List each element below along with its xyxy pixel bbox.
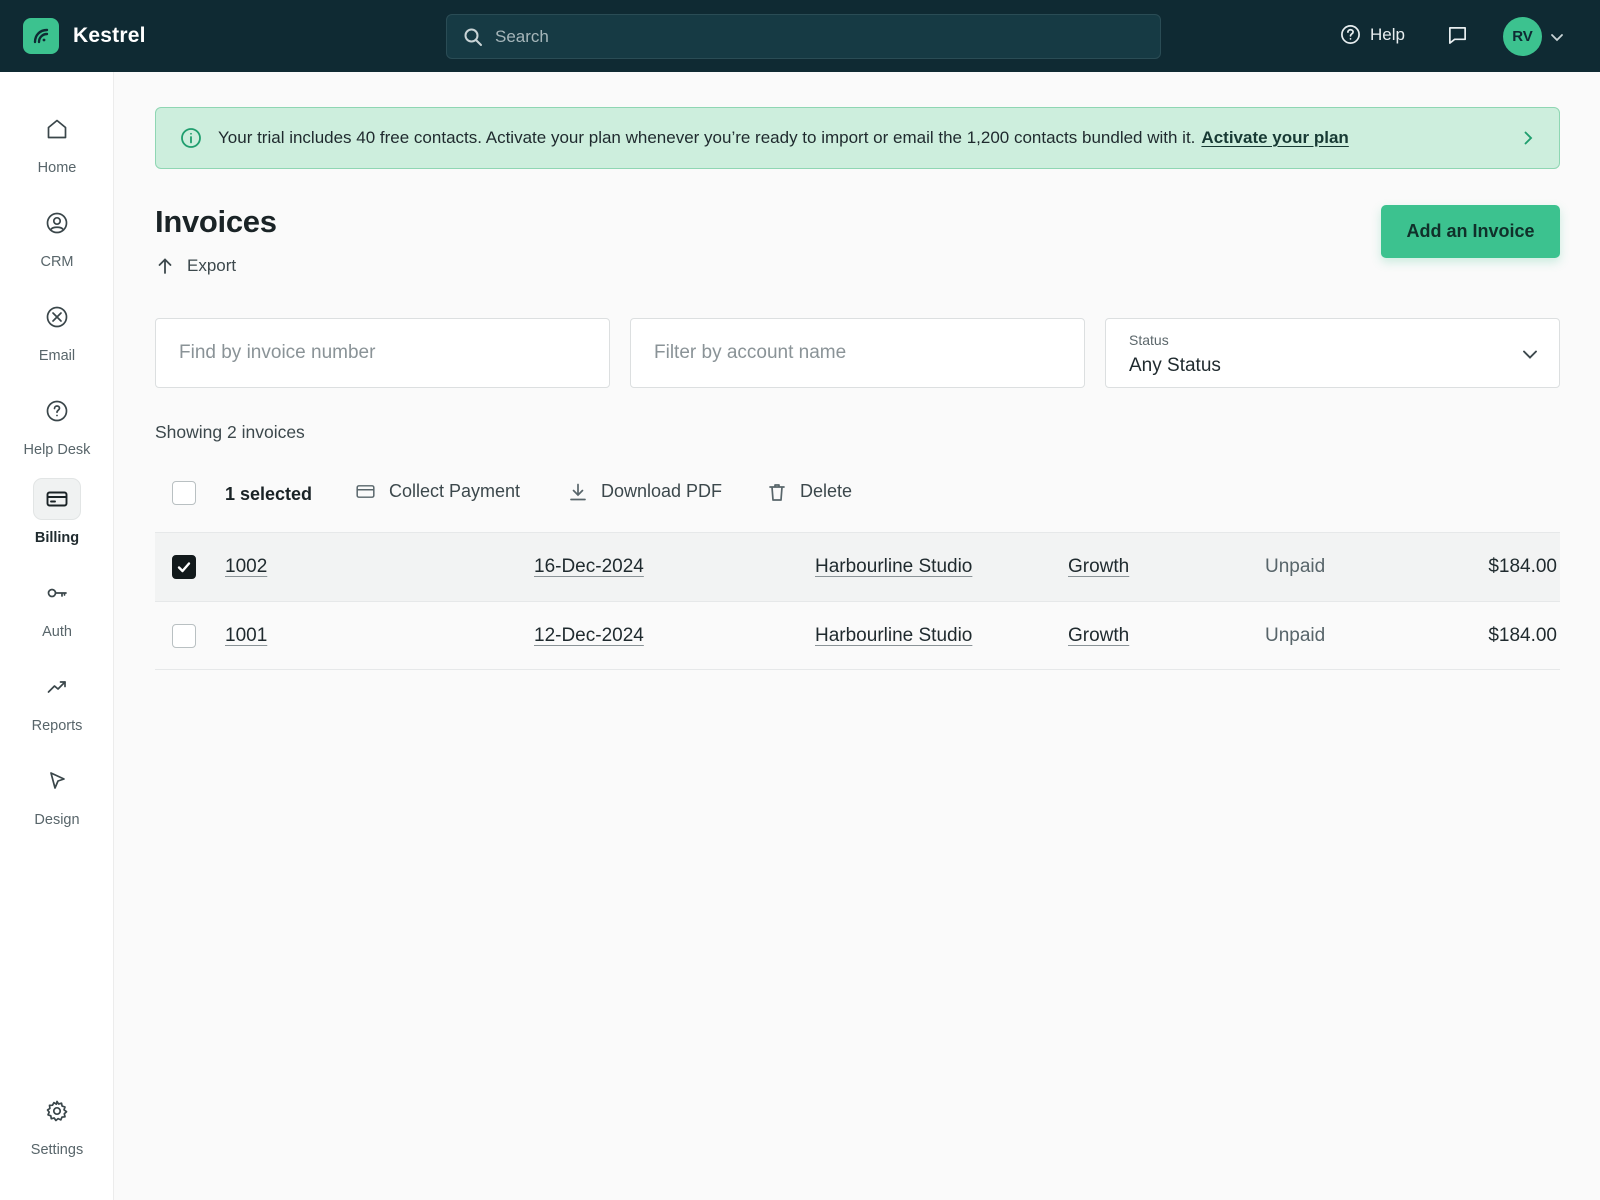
search-bar[interactable]	[446, 14, 1161, 59]
delete-button[interactable]: Delete	[767, 481, 852, 502]
collect-payment-button[interactable]: Collect Payment	[355, 481, 520, 502]
invoice-number-input[interactable]	[156, 319, 609, 387]
sidebar-item-label: Auth	[42, 624, 72, 640]
download-pdf-button[interactable]: Download PDF	[568, 481, 722, 502]
key-icon	[33, 572, 81, 614]
select-all-checkbox[interactable]	[172, 481, 196, 505]
chevron-right-icon[interactable]	[1519, 129, 1537, 147]
avatar: RV	[1503, 17, 1542, 56]
invoice-date-link[interactable]: 12-Dec-2024	[534, 625, 644, 647]
invoice-status: Unpaid	[1265, 625, 1326, 646]
plan-link[interactable]: Growth	[1068, 625, 1129, 647]
banner-message: Your trial includes 40 free contacts. Ac…	[218, 128, 1349, 148]
top-bar: Kestrel Help RV	[0, 0, 1600, 72]
help-label: Help	[1370, 24, 1405, 44]
row-checkbox[interactable]	[172, 555, 196, 579]
invoice-number-link[interactable]: 1001	[225, 625, 267, 647]
help-icon	[1341, 25, 1360, 44]
trash-icon	[769, 483, 785, 501]
account-name-input[interactable]	[631, 319, 1084, 387]
chat-icon	[1449, 27, 1466, 44]
export-label: Export	[187, 256, 237, 275]
activate-plan-link[interactable]: Activate your plan	[1201, 128, 1348, 147]
invoice-amount: $184.00	[1488, 625, 1557, 646]
user-circle-icon	[33, 202, 81, 244]
status-select[interactable]: Status Any Status	[1105, 318, 1560, 388]
sidebar-item-email[interactable]: Email	[0, 296, 114, 364]
email-icon	[33, 296, 81, 338]
gear-icon	[33, 1090, 81, 1132]
arrow-up-icon	[158, 258, 172, 274]
export-button[interactable]: Export	[157, 256, 236, 276]
sidebar-item-billing[interactable]: Billing	[0, 478, 114, 546]
invoice-table: 1002 16-Dec-2024 Harbourline Studio Grow…	[155, 532, 1560, 670]
trend-icon	[33, 666, 81, 708]
sidebar-item-settings[interactable]: Settings	[0, 1090, 114, 1158]
search-icon	[464, 28, 482, 46]
credit-card-icon	[356, 485, 375, 498]
invoice-count: Showing 2 invoices	[155, 422, 305, 442]
credit-card-icon	[33, 478, 81, 520]
bulk-actions-toolbar: 1 selected Collect Payment Download PDF …	[155, 468, 1560, 520]
invoice-number-filter	[155, 318, 610, 388]
sidebar-item-design[interactable]: Design	[0, 760, 114, 828]
sidebar-item-label: Help Desk	[23, 442, 91, 458]
sidebar-item-label: Home	[37, 160, 77, 176]
chevron-down-icon	[1551, 33, 1563, 41]
invoice-date-link[interactable]: 16-Dec-2024	[534, 556, 644, 578]
search-input[interactable]	[495, 26, 1095, 47]
table-row[interactable]: 1002 16-Dec-2024 Harbourline Studio Grow…	[155, 532, 1560, 601]
chevron-down-icon	[1523, 350, 1537, 359]
account-name-link[interactable]: Harbourline Studio	[815, 625, 972, 647]
sidebar-item-auth[interactable]: Auth	[0, 572, 114, 640]
sidebar-item-crm[interactable]: CRM	[0, 202, 114, 270]
sidebar-item-label: Email	[38, 348, 76, 364]
trial-banner: Your trial includes 40 free contacts. Ac…	[155, 107, 1560, 169]
invoice-status: Unpaid	[1265, 556, 1326, 577]
add-invoice-button[interactable]: Add an Invoice	[1381, 205, 1560, 258]
user-menu[interactable]: RV	[1503, 17, 1564, 56]
sidebar-item-reports[interactable]: Reports	[0, 666, 114, 734]
chat-button[interactable]	[1447, 25, 1468, 46]
help-desk-icon	[33, 390, 81, 432]
sidebar-item-home[interactable]: Home	[0, 108, 114, 176]
brand[interactable]: Kestrel	[23, 18, 146, 54]
row-checkbox[interactable]	[172, 624, 196, 648]
banner-text: Your trial includes 40 free contacts. Ac…	[218, 128, 1196, 147]
sidebar-item-label: Settings	[30, 1142, 84, 1158]
download-icon	[570, 483, 586, 500]
plan-link[interactable]: Growth	[1068, 556, 1129, 578]
page-title: Invoices	[155, 204, 277, 239]
account-name-link[interactable]: Harbourline Studio	[815, 556, 972, 578]
info-icon	[181, 128, 201, 148]
sidebar: Home CRM Email Help Desk Billing Auth Re…	[0, 72, 114, 1200]
account-name-filter	[630, 318, 1085, 388]
selected-count: 1 selected	[225, 484, 313, 504]
invoice-amount: $184.00	[1488, 556, 1557, 577]
app-name: Kestrel	[73, 24, 146, 47]
kestrel-logo-icon	[23, 18, 59, 54]
download-pdf-label: Download PDF	[601, 481, 723, 501]
table-row[interactable]: 1001 12-Dec-2024 Harbourline Studio Grow…	[155, 601, 1560, 670]
cursor-icon	[33, 760, 81, 802]
sidebar-item-label: Reports	[31, 718, 83, 734]
help-button[interactable]: Help	[1340, 24, 1405, 45]
collect-payment-label: Collect Payment	[389, 481, 521, 501]
sidebar-item-label: CRM	[40, 254, 74, 270]
home-icon	[33, 108, 81, 150]
sidebar-item-label: Billing	[34, 530, 80, 546]
status-select-value: Any Status	[1129, 355, 1221, 376]
delete-label: Delete	[800, 481, 853, 501]
check-icon	[177, 562, 191, 573]
invoice-number-link[interactable]: 1002	[225, 556, 267, 578]
sidebar-item-label: Design	[34, 812, 80, 828]
status-select-label: Status	[1129, 332, 1169, 348]
sidebar-item-help-desk[interactable]: Help Desk	[0, 390, 114, 458]
